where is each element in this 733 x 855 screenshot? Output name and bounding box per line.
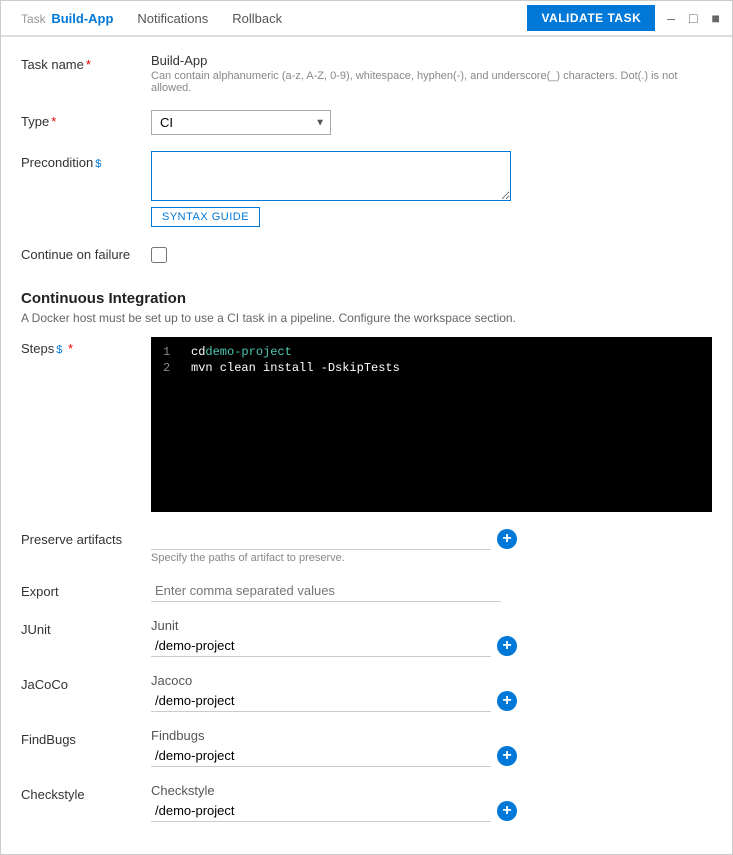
checkstyle-label: Checkstyle bbox=[21, 783, 151, 802]
findbugs-input-group: + bbox=[151, 745, 712, 767]
steps-row: Steps$ * 1 cd demo-project 2 mvn clean i… bbox=[21, 337, 712, 512]
precondition-dollar-icon[interactable]: $ bbox=[95, 158, 101, 170]
line-num-2: 2 bbox=[163, 361, 179, 375]
preserve-artifacts-add-button[interactable]: + bbox=[497, 529, 517, 549]
task-name-hint: Can contain alphanumeric (a-z, A-Z, 0-9)… bbox=[151, 70, 712, 94]
ci-section-desc: A Docker host must be set up to use a CI… bbox=[21, 311, 712, 325]
tab-task-name: Build-App bbox=[51, 11, 113, 26]
jacoco-tool-label: Jacoco bbox=[151, 673, 712, 688]
jacoco-input-group: + bbox=[151, 690, 712, 712]
steps-label: Steps$ * bbox=[21, 337, 151, 356]
task-name-row: Task name* Build-App Can contain alphanu… bbox=[21, 53, 712, 94]
junit-input[interactable] bbox=[151, 635, 491, 657]
checkstyle-tool-label: Checkstyle bbox=[151, 783, 712, 798]
junit-add-button[interactable]: + bbox=[497, 636, 517, 656]
task-name-field: Build-App Can contain alphanumeric (a-z,… bbox=[151, 53, 712, 94]
precondition-textarea[interactable] bbox=[151, 151, 511, 201]
junit-input-group: + bbox=[151, 635, 712, 657]
type-label: Type* bbox=[21, 110, 151, 129]
findbugs-row: FindBugs Findbugs + bbox=[21, 728, 712, 767]
main-content: Task name* Build-App Can contain alphanu… bbox=[1, 37, 732, 854]
code-cd: cd bbox=[191, 345, 205, 359]
jacoco-field: Jacoco + bbox=[151, 673, 712, 712]
jacoco-input[interactable] bbox=[151, 690, 491, 712]
validate-task-button[interactable]: VALIDATE TASK bbox=[527, 5, 655, 31]
line-num-1: 1 bbox=[163, 345, 179, 359]
syntax-guide-button[interactable]: SYNTAX GUIDE bbox=[151, 207, 260, 227]
preserve-artifacts-input[interactable] bbox=[151, 528, 491, 550]
required-star-steps: * bbox=[64, 341, 73, 356]
preserve-hint: Specify the paths of artifact to preserv… bbox=[151, 552, 712, 564]
type-select-wrapper: CI Shell Maven Gradle ▼ bbox=[151, 110, 331, 135]
precondition-label: Precondition$ bbox=[21, 151, 151, 170]
window-controls: – □ ■ bbox=[663, 8, 724, 28]
preserve-artifacts-field: + Specify the paths of artifact to prese… bbox=[151, 528, 712, 564]
task-name-value: Build-App bbox=[151, 53, 712, 68]
tab-notifications[interactable]: Notifications bbox=[125, 3, 220, 36]
minimize-icon[interactable]: – bbox=[663, 8, 679, 28]
checkstyle-input[interactable] bbox=[151, 800, 491, 822]
continue-failure-label: Continue on failure bbox=[21, 243, 151, 262]
maximize-icon[interactable]: □ bbox=[685, 8, 701, 28]
steps-dollar-icon[interactable]: $ bbox=[56, 344, 62, 356]
preserve-artifacts-row: Preserve artifacts + Specify the paths o… bbox=[21, 528, 712, 564]
findbugs-tool-label: Findbugs bbox=[151, 728, 712, 743]
steps-code-editor[interactable]: 1 cd demo-project 2 mvn clean install -D… bbox=[151, 337, 712, 512]
findbugs-field: Findbugs + bbox=[151, 728, 712, 767]
precondition-field: SYNTAX GUIDE bbox=[151, 151, 712, 227]
checkstyle-add-button[interactable]: + bbox=[497, 801, 517, 821]
continue-on-failure-checkbox[interactable] bbox=[151, 247, 167, 263]
close-icon[interactable]: ■ bbox=[708, 8, 724, 28]
ci-section-title: Continuous Integration bbox=[21, 290, 712, 307]
findbugs-label: FindBugs bbox=[21, 728, 151, 747]
junit-tool-label: Junit bbox=[151, 618, 712, 633]
export-field bbox=[151, 580, 712, 602]
type-select[interactable]: CI Shell Maven Gradle bbox=[151, 110, 331, 135]
type-field: CI Shell Maven Gradle ▼ bbox=[151, 110, 712, 135]
preserve-artifacts-input-group: + bbox=[151, 528, 712, 550]
continue-on-failure-row: Continue on failure bbox=[21, 243, 712, 266]
task-prefix: Task bbox=[21, 12, 46, 26]
code-mvn: mvn clean install -DskipTests bbox=[191, 361, 400, 375]
export-input[interactable] bbox=[151, 580, 501, 602]
tab-task[interactable]: Task Build-App bbox=[9, 3, 125, 36]
type-row: Type* CI Shell Maven Gradle ▼ bbox=[21, 110, 712, 135]
code-line-2: 2 mvn clean install -DskipTests bbox=[163, 361, 700, 375]
tab-rollback-label: Rollback bbox=[232, 11, 282, 26]
code-line-1: 1 cd demo-project bbox=[163, 345, 700, 359]
findbugs-input[interactable] bbox=[151, 745, 491, 767]
jacoco-row: JaCoCo Jacoco + bbox=[21, 673, 712, 712]
jacoco-add-button[interactable]: + bbox=[497, 691, 517, 711]
export-row: Export bbox=[21, 580, 712, 602]
checkstyle-field: Checkstyle + bbox=[151, 783, 712, 822]
precondition-row: Precondition$ SYNTAX GUIDE bbox=[21, 151, 712, 227]
junit-field: Junit + bbox=[151, 618, 712, 657]
checkstyle-input-group: + bbox=[151, 800, 712, 822]
tab-notifications-label: Notifications bbox=[137, 11, 208, 26]
required-star: * bbox=[86, 57, 91, 72]
code-demo-project-1: demo-project bbox=[205, 345, 291, 359]
steps-field: 1 cd demo-project 2 mvn clean install -D… bbox=[151, 337, 712, 512]
findbugs-add-button[interactable]: + bbox=[497, 746, 517, 766]
tab-bar: Task Build-App Notifications Rollback VA… bbox=[1, 1, 732, 37]
required-star-type: * bbox=[51, 114, 56, 129]
jacoco-label: JaCoCo bbox=[21, 673, 151, 692]
junit-label: JUnit bbox=[21, 618, 151, 637]
continue-failure-field bbox=[151, 243, 712, 266]
preserve-artifacts-label: Preserve artifacts bbox=[21, 528, 151, 547]
junit-row: JUnit Junit + bbox=[21, 618, 712, 657]
checkstyle-row: Checkstyle Checkstyle + bbox=[21, 783, 712, 822]
tab-rollback[interactable]: Rollback bbox=[220, 3, 294, 36]
export-label: Export bbox=[21, 580, 151, 599]
ci-section-header: Continuous Integration bbox=[21, 282, 712, 307]
task-name-label: Task name* bbox=[21, 53, 151, 72]
